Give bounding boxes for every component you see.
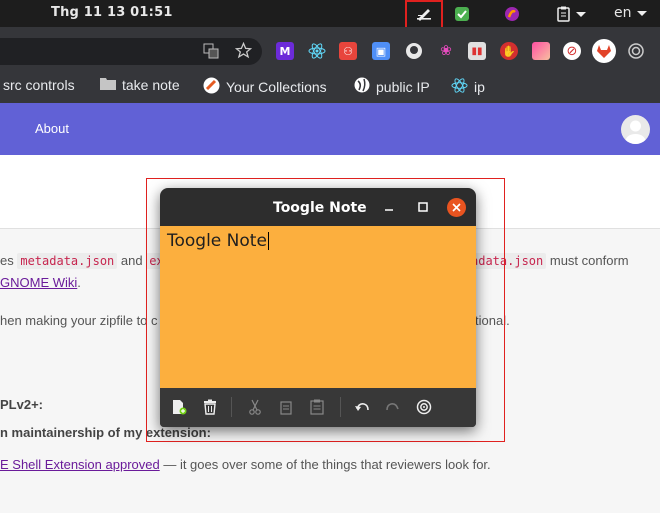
extension-flower-icon[interactable]: ❀ [437, 42, 455, 60]
clock[interactable]: Thg 11 13 01:51 [51, 5, 173, 20]
extension-approved-link[interactable]: E Shell Extension approved [0, 457, 160, 472]
trash-icon[interactable] [201, 398, 219, 416]
bookmark-ip[interactable]: ip [451, 77, 485, 97]
toolbar-separator [340, 397, 341, 417]
redo-icon[interactable] [384, 398, 402, 416]
clipboard-tray-icon[interactable] [551, 3, 591, 24]
bookmark-label: Your Collections [226, 79, 327, 95]
undo-icon[interactable] [353, 398, 371, 416]
note-content: Toogle Note [167, 231, 267, 251]
bookmarks-bar: src controls take note Your Collections … [0, 72, 660, 103]
bookmark-label: take note [122, 77, 180, 93]
content-heading-license: PLv2+: [0, 397, 43, 412]
note-toolbar [160, 388, 476, 427]
code-metadata-json: metadata.json [17, 253, 118, 269]
maximize-button[interactable] [414, 198, 432, 216]
shield-check-tray-icon[interactable] [452, 3, 472, 24]
cut-icon[interactable] [246, 398, 264, 416]
bookmark-label: src controls [3, 77, 75, 93]
toogle-note-window: Toogle Note Toogle Note [160, 188, 476, 427]
content-line-2: GNOME Wiki. [0, 275, 81, 290]
translate-icon[interactable] [203, 43, 219, 63]
toolbar-separator [231, 397, 232, 417]
collections-icon [203, 77, 220, 97]
copy-icon[interactable] [277, 398, 295, 416]
bookmark-src-controls[interactable]: src controls [3, 77, 75, 93]
extension-target-icon[interactable] [627, 42, 645, 60]
extension-blue-icon[interactable]: ▣ [372, 42, 390, 60]
extension-gradient-icon[interactable] [532, 42, 550, 60]
app-indicator-tray-icon[interactable] [502, 3, 522, 24]
extension-network-icon[interactable]: ⚇ [339, 42, 357, 60]
minimize-button[interactable] [380, 198, 398, 216]
extension-m-icon[interactable]: M [276, 42, 294, 60]
site-navbar: About [0, 103, 660, 155]
extension-github-icon[interactable] [405, 42, 423, 60]
extension-blocked-icon[interactable]: ⊘ [563, 42, 581, 60]
settings-target-icon[interactable] [415, 398, 433, 416]
bookmark-take-note[interactable]: take note [100, 77, 180, 93]
folder-icon [100, 77, 116, 93]
address-bar[interactable] [0, 38, 262, 65]
extension-gitlab-icon[interactable] [592, 39, 616, 63]
language-indicator[interactable]: en [614, 5, 632, 21]
text-caret [267, 232, 269, 250]
extension-stop-icon[interactable]: ✋ [500, 42, 518, 60]
bookmark-star-icon[interactable] [234, 41, 253, 63]
content-line-3: hen making your zipfile to c [0, 313, 158, 328]
chevron-down-icon[interactable] [637, 7, 647, 22]
new-note-icon[interactable] [170, 398, 188, 416]
note-text-area[interactable]: Toogle Note [160, 226, 476, 388]
note-pen-icon [416, 7, 432, 25]
bookmark-label: ip [474, 79, 485, 95]
gnome-wiki-link[interactable]: GNOME Wiki [0, 275, 77, 290]
content-line-1: es metadata.json and ex [0, 253, 167, 269]
extension-react-icon[interactable] [308, 42, 326, 60]
bookmark-public-ip[interactable]: public IP [354, 77, 430, 96]
globe-icon [354, 77, 370, 96]
react-icon [451, 77, 468, 97]
system-top-bar: Thg 11 13 01:51 en [0, 0, 660, 31]
bookmark-your-collections[interactable]: Your Collections [203, 77, 327, 97]
content-line-6: E Shell Extension approved — it goes ove… [0, 457, 491, 472]
close-button[interactable] [447, 198, 466, 217]
user-avatar[interactable] [621, 115, 650, 144]
bookmark-label: public IP [376, 78, 430, 95]
window-title: Toogle Note [273, 200, 367, 216]
extension-book-icon[interactable]: ▮▮ [468, 42, 486, 60]
paste-icon[interactable] [308, 398, 326, 416]
nav-about-link[interactable]: About [35, 121, 69, 136]
